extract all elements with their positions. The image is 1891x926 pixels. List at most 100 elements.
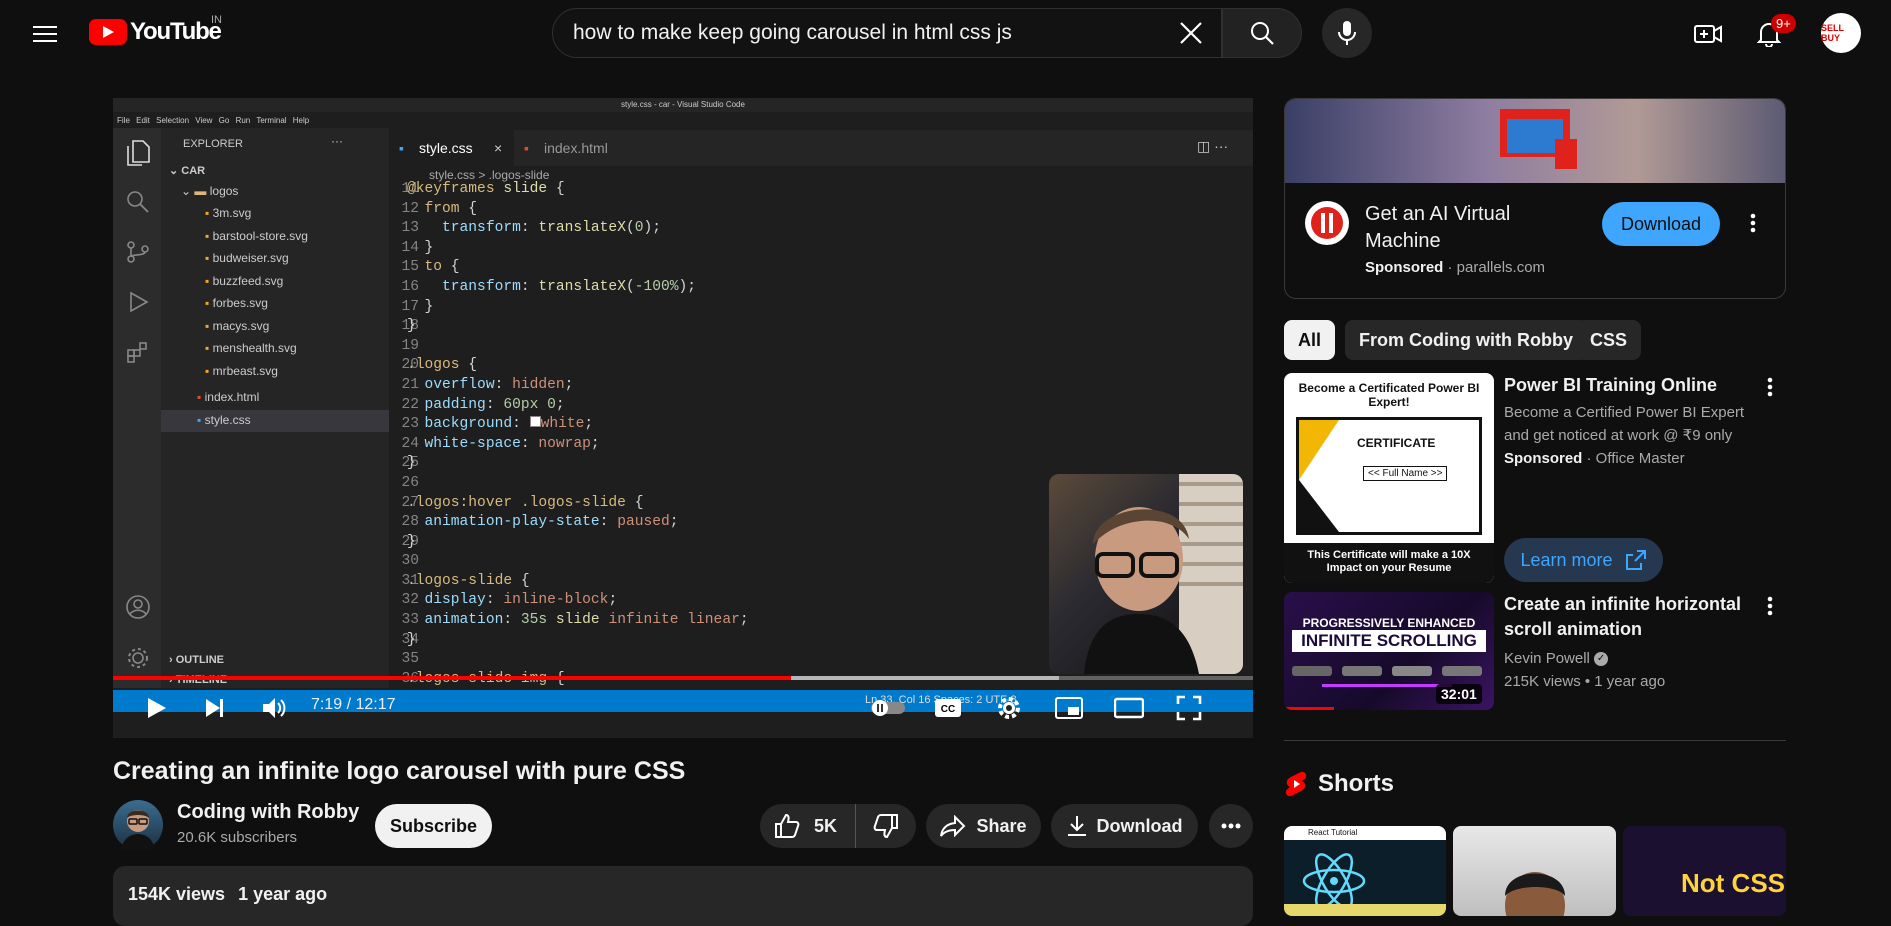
- download-icon: [1067, 816, 1086, 836]
- search-icon: [1251, 22, 1274, 45]
- autoplay-toggle[interactable]: [868, 688, 908, 728]
- chip-from-channel[interactable]: From Coding with Robby: [1345, 320, 1587, 360]
- play-button[interactable]: [136, 688, 176, 728]
- ad-download-button[interactable]: Download: [1602, 202, 1720, 246]
- share-icon: [940, 815, 966, 837]
- watch-progress: [1284, 707, 1334, 710]
- share-button[interactable]: Share: [926, 804, 1041, 848]
- create-video-icon: [1694, 25, 1722, 43]
- description-box[interactable]: 154K views 1 year ago: [113, 866, 1253, 926]
- volume-button[interactable]: [254, 688, 294, 728]
- shorts-icon: [1285, 771, 1307, 797]
- short-thumbnail[interactable]: Not CSS: [1623, 826, 1786, 916]
- search-icon: [127, 191, 149, 213]
- chip-all[interactable]: All: [1284, 320, 1336, 360]
- autoplay-icon: [871, 700, 905, 716]
- next-button[interactable]: [195, 688, 235, 728]
- upload-age: 1 year ago: [238, 884, 328, 904]
- rec-title[interactable]: Create an infinite horizontal scroll ani…: [1504, 592, 1749, 642]
- fullscreen-button[interactable]: [1169, 688, 1209, 728]
- file-item[interactable]: ▪ mrbeast.svg: [205, 364, 308, 387]
- search-button[interactable]: [1222, 8, 1302, 58]
- skip-next-icon: [206, 699, 223, 717]
- youtube-logo[interactable]: YouTube: [89, 18, 222, 46]
- close-icon: [1180, 22, 1202, 44]
- dislike-button[interactable]: [856, 804, 916, 848]
- run-debug-icon: [130, 291, 149, 313]
- search-input[interactable]: how to make keep going carousel in html …: [573, 21, 1161, 45]
- video-player[interactable]: style.css - car - Visual Studio Code Fil…: [113, 98, 1253, 738]
- file-item[interactable]: ▪ forbes.svg: [205, 296, 308, 319]
- short-title: Not CSS: [1681, 868, 1785, 898]
- shorts-header: Shorts: [1284, 770, 1394, 798]
- voice-search-button[interactable]: [1322, 8, 1372, 58]
- file-item[interactable]: ▪ macys.svg: [205, 319, 308, 342]
- rec-channel[interactable]: Kevin Powell ✓: [1504, 647, 1609, 670]
- country-code: IN: [211, 14, 222, 26]
- thumb-footer: This Certificate will make a 10X Impact …: [1284, 543, 1494, 583]
- captions-button[interactable]: CC: [928, 688, 968, 728]
- account-icon: [126, 595, 150, 619]
- rec-thumbnail-infinite-scroll[interactable]: PROGRESSIVELY ENHANCED INFINITE SCROLLIN…: [1284, 592, 1494, 710]
- theater-mode-button[interactable]: [1109, 688, 1149, 728]
- file-item[interactable]: ▪ barstool-store.svg: [205, 229, 308, 252]
- ad-card[interactable]: Get an AI Virtual Machine Sponsored · pa…: [1284, 98, 1786, 299]
- account-avatar[interactable]: SELL BUY: [1821, 13, 1861, 53]
- more-vertical-icon: [1767, 596, 1773, 616]
- time-display: 7:19 / 12:17: [311, 696, 396, 713]
- chip-css[interactable]: CSS: [1576, 320, 1642, 360]
- like-button[interactable]: 5K: [760, 804, 856, 848]
- thumbs-up-icon: [775, 813, 800, 838]
- vscode-tabs: ▪ style.css × ▪ index.html ◫ ···: [389, 130, 1253, 166]
- search-box[interactable]: how to make keep going carousel in html …: [552, 8, 1222, 58]
- gear-icon: [128, 648, 148, 668]
- menu-button[interactable]: [25, 14, 65, 54]
- rec-title[interactable]: Power BI Training Online: [1504, 373, 1744, 398]
- file-item-index-html[interactable]: ▪ index.html: [197, 390, 259, 404]
- ad-title[interactable]: Get an AI Virtual Machine: [1365, 201, 1580, 255]
- parallels-logo: [1305, 201, 1349, 245]
- miniplayer-icon: [1055, 697, 1083, 719]
- folder-logos: ⌄ ▬ logos: [181, 184, 239, 198]
- create-button[interactable]: [1688, 14, 1728, 54]
- thumb-heading: Become a Certificated Power BI Expert!: [1298, 381, 1480, 409]
- more-actions-button[interactable]: [1209, 804, 1253, 848]
- rec-thumbnail-powerbi[interactable]: Become a Certificated Power BI Expert! C…: [1284, 373, 1494, 583]
- rec-sponsor-line: Sponsored · Office Master: [1504, 450, 1685, 467]
- volume-icon: [263, 698, 286, 718]
- ad-menu-button[interactable]: [1741, 211, 1765, 235]
- file-item[interactable]: ▪ buzzfeed.svg: [205, 274, 308, 297]
- channel-avatar[interactable]: [113, 800, 163, 850]
- file-item[interactable]: ▪ menshealth.svg: [205, 341, 308, 364]
- file-item[interactable]: ▪ budweiser.svg: [205, 251, 308, 274]
- ad-banner-image: [1285, 99, 1785, 183]
- outline-section[interactable]: › OUTLINE: [169, 654, 224, 666]
- download-button[interactable]: Download: [1051, 804, 1198, 848]
- captions-icon: CC: [935, 699, 961, 717]
- clear-search-button[interactable]: [1161, 9, 1221, 57]
- settings-button[interactable]: [989, 688, 1029, 728]
- microphone-icon: [1338, 21, 1356, 45]
- thumbs-down-icon: [873, 814, 898, 839]
- progress-bar[interactable]: [113, 676, 792, 680]
- subscribe-button[interactable]: Subscribe: [375, 804, 492, 848]
- short-thumbnail[interactable]: [1453, 826, 1616, 916]
- more-vertical-icon: [1767, 377, 1773, 397]
- tab-style-css[interactable]: ▪ style.css ×: [389, 130, 514, 166]
- more-horizontal-icon: [1221, 823, 1241, 829]
- tab-index-html[interactable]: ▪ index.html: [514, 130, 634, 166]
- miniplayer-button[interactable]: [1049, 688, 1089, 728]
- learn-more-button[interactable]: Learn more: [1504, 538, 1663, 582]
- rec-menu-button[interactable]: [1758, 375, 1782, 399]
- rec-menu-button[interactable]: [1758, 594, 1782, 618]
- file-item[interactable]: ▪ 3m.svg: [205, 206, 308, 229]
- more-vertical-icon: [1750, 213, 1756, 233]
- share-label: Share: [976, 815, 1027, 836]
- file-item-style-css[interactable]: ▪ style.css: [161, 410, 389, 432]
- channel-name[interactable]: Coding with Robby: [177, 801, 359, 824]
- explorer-heading: EXPLORER: [183, 138, 243, 150]
- short-thumbnail[interactable]: React Tutorial: [1284, 826, 1446, 916]
- certificate-graphic: CERTIFICATE << Full Name >>: [1296, 417, 1482, 535]
- presenter-image: [1084, 474, 1243, 674]
- svg-text:CC: CC: [941, 704, 955, 715]
